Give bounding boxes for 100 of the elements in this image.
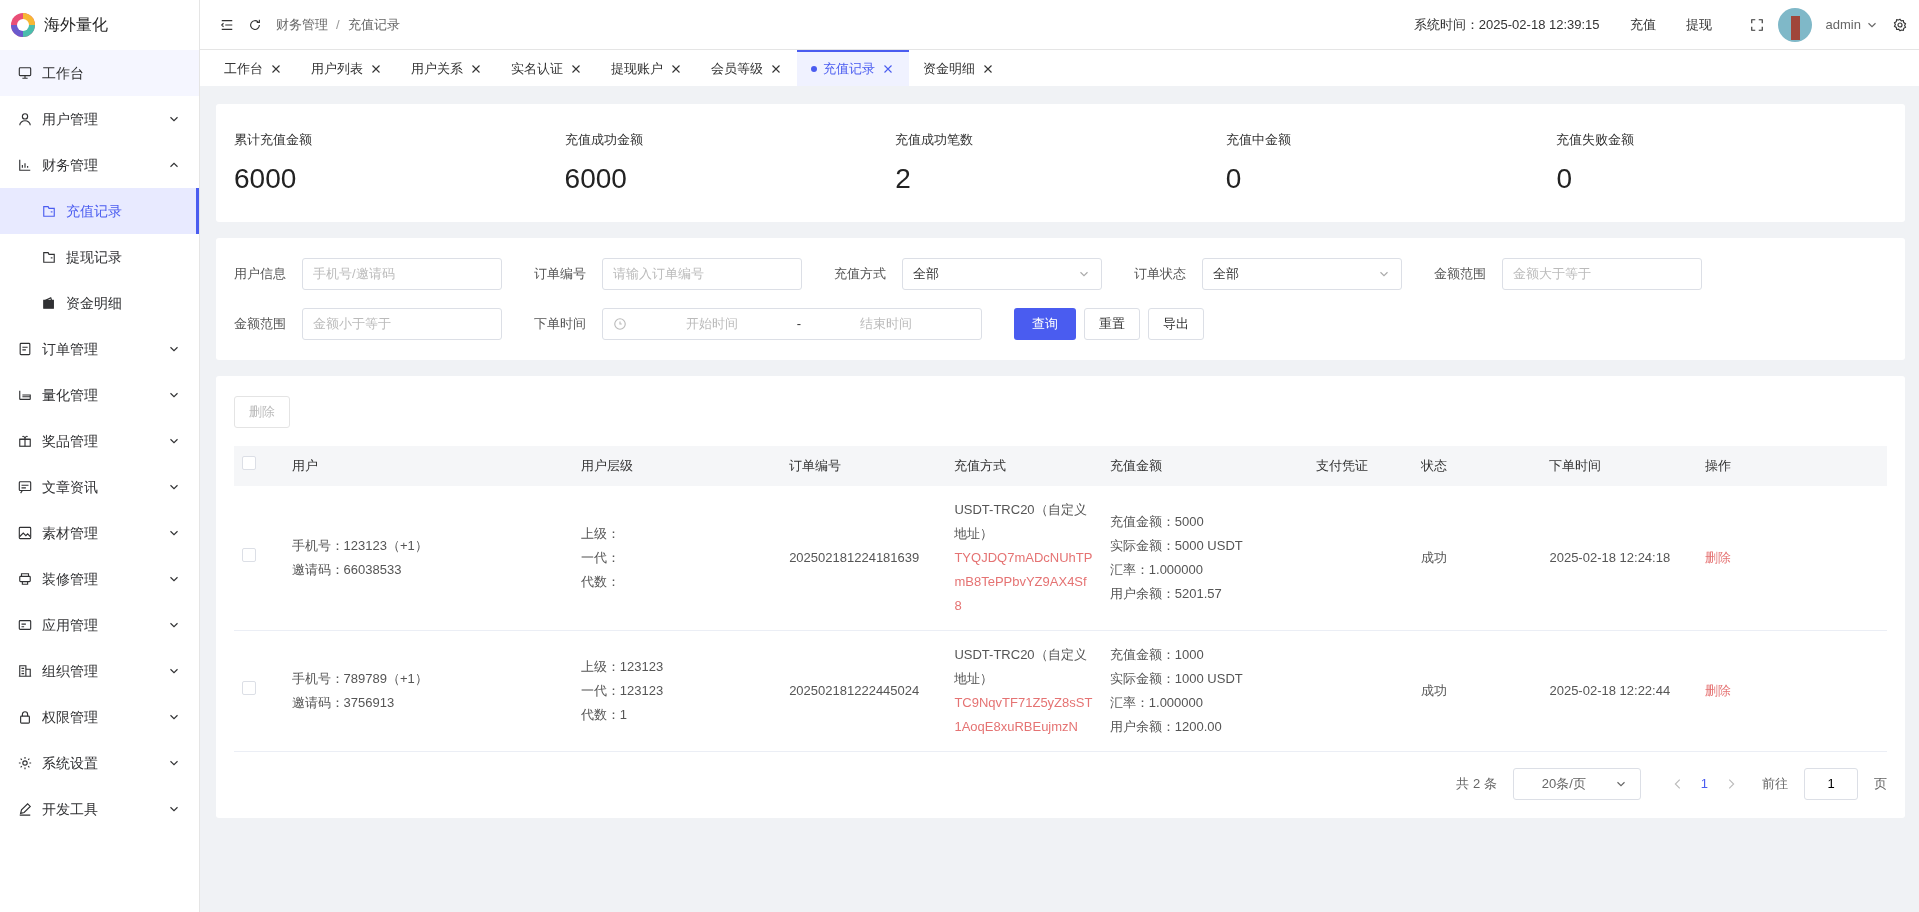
tab[interactable]: 用户关系 <box>397 50 497 86</box>
stat-label: 充值失败金额 <box>1556 131 1636 149</box>
column-header: 订单编号 <box>781 445 947 486</box>
tab[interactable]: 工作台 <box>210 50 297 86</box>
filter-label: 订单编号 <box>534 264 587 283</box>
tab[interactable]: 充值记录 <box>797 50 909 86</box>
filter-label: 金额范围 <box>1434 264 1487 283</box>
sidebar-item[interactable]: 开发工具 <box>0 786 199 832</box>
stat-label: 充值成功笔数 <box>895 131 975 149</box>
filter-label: 用户信息 <box>234 264 287 283</box>
user-info: 手机号：789789（+1） <box>291 669 429 688</box>
breadcrumb-item[interactable]: 财务管理 <box>276 14 328 35</box>
action-button[interactable]: 导出 <box>1148 307 1204 340</box>
column-header: 状态 <box>1412 445 1542 486</box>
lock-icon <box>18 710 32 724</box>
input-field[interactable]: 金额小于等于 <box>302 307 502 340</box>
user-info: 邀请码：3756913 <box>291 693 396 712</box>
chart-icon <box>18 158 32 172</box>
header-link[interactable]: 充值 <box>1629 14 1656 35</box>
sidebar-item[interactable]: 装修管理 <box>0 556 199 602</box>
select-field[interactable]: 全部 <box>902 257 1102 290</box>
input-field[interactable]: 请输入订单编号 <box>602 257 802 290</box>
column-header: 支付凭证 <box>1308 445 1413 486</box>
sidebar-subitem[interactable]: 充值记录 <box>0 188 199 234</box>
column-header: 充值方式 <box>946 445 1102 486</box>
sidebar-item[interactable]: 工作台 <box>0 50 199 96</box>
gift-icon <box>18 434 32 448</box>
amount-detail: 用户余额：5201.57 <box>1109 584 1223 603</box>
sidebar-item[interactable]: 财务管理 <box>0 142 199 188</box>
user-level: 一代：123123 <box>580 681 665 700</box>
user-info: 邀请码：66038533 <box>291 560 403 579</box>
sidebar-item[interactable]: 权限管理 <box>0 694 199 740</box>
user-icon <box>18 112 32 126</box>
input-field[interactable]: 手机号/邀请码 <box>302 257 502 290</box>
monitor-icon <box>18 66 32 80</box>
user-menu[interactable]: admin <box>1825 14 1879 35</box>
printer-icon <box>18 572 32 586</box>
tab[interactable]: 资金明细 <box>909 50 1009 86</box>
column-header: 充值金额 <box>1101 445 1309 486</box>
refresh-icon <box>248 17 262 32</box>
amount-detail: 用户余额：1200.00 <box>1109 717 1223 736</box>
stat-value: 2 <box>895 161 912 196</box>
sidebar-item[interactable]: 系统设置 <box>0 740 199 786</box>
status-text: 成功 <box>1420 682 1447 698</box>
amount-detail: 汇率：1.000000 <box>1109 560 1205 579</box>
goto-label: 前往 <box>1762 774 1788 793</box>
breadcrumb-separator: / <box>336 15 340 34</box>
page-number[interactable]: 1 <box>1700 773 1708 794</box>
page-input[interactable]: 1 <box>1804 767 1858 800</box>
filter-label: 下单时间 <box>534 314 587 333</box>
clock-icon <box>613 316 627 331</box>
user-info: 手机号：123123（+1） <box>291 536 429 555</box>
brand-title: 海外量化 <box>44 15 108 35</box>
sidebar-item[interactable]: 用户管理 <box>0 96 199 142</box>
goto-suffix: 页 <box>1874 774 1887 793</box>
tab[interactable]: 会员等级 <box>697 50 797 86</box>
stat-label: 累计充值金额 <box>234 131 313 149</box>
action-button[interactable]: 重置 <box>1084 307 1140 340</box>
column-header: 下单时间 <box>1541 445 1697 486</box>
date-range-field[interactable]: 开始时间 - 结束时间 <box>602 307 982 340</box>
breadcrumb-item: 充值记录 <box>347 15 400 34</box>
sidebar-subitem[interactable]: 提现记录 <box>0 234 199 280</box>
building-icon <box>18 664 32 678</box>
fullscreen-icon <box>1749 17 1764 32</box>
payment-method: USDT-TRC20（自定义地址） <box>954 645 1088 688</box>
folder-icon <box>42 250 56 264</box>
amount-detail: 实际金额：5000 USDT <box>1109 536 1244 555</box>
amount-detail: 充值金额：1000 <box>1109 645 1205 664</box>
checkbox[interactable] <box>242 455 256 470</box>
checkbox[interactable] <box>242 680 256 695</box>
amount-detail: 充值金额：5000 <box>1109 512 1205 531</box>
column-header: 用户 <box>283 445 573 486</box>
sidebar-item[interactable]: 量化管理 <box>0 372 199 418</box>
sidebar-item[interactable]: 组织管理 <box>0 648 199 694</box>
stat-value: 0 <box>1556 161 1573 196</box>
sidebar-item[interactable]: 订单管理 <box>0 326 199 372</box>
table-cell: 2025-02-18 12:22:44 <box>1549 682 1671 698</box>
tab[interactable]: 提现账户 <box>597 50 697 86</box>
user-level: 代数： <box>580 572 621 591</box>
document-icon <box>18 342 32 356</box>
header-link[interactable]: 提现 <box>1685 14 1712 35</box>
checkbox[interactable] <box>242 547 256 562</box>
table-cell: 202502181222445024 <box>789 682 920 698</box>
card-icon <box>18 618 32 632</box>
wallet-address: TYQJDQ7mADcNUhTPmB8TePPbvYZ9AX4Sf8 <box>954 548 1094 615</box>
sidebar-item[interactable]: 文章资讯 <box>0 464 199 510</box>
page-size-select[interactable]: 20条/页 <box>1512 767 1641 800</box>
table-cell: 202502181224181639 <box>789 549 920 565</box>
tab[interactable]: 实名认证 <box>497 50 597 86</box>
sidebar-subitem[interactable]: 资金明细 <box>0 280 199 326</box>
sidebar-item[interactable]: 素材管理 <box>0 510 199 556</box>
avatar[interactable] <box>1777 7 1812 42</box>
sidebar-item[interactable]: 应用管理 <box>0 602 199 648</box>
query-button[interactable]: 查询 <box>1014 307 1076 340</box>
input-field[interactable]: 金额大于等于 <box>1502 257 1702 290</box>
select-field[interactable]: 全部 <box>1202 257 1402 290</box>
payment-method: USDT-TRC20（自定义地址） <box>954 500 1088 543</box>
message-icon <box>18 480 32 494</box>
tab[interactable]: 用户列表 <box>297 50 397 86</box>
sidebar-item[interactable]: 奖品管理 <box>0 418 199 464</box>
